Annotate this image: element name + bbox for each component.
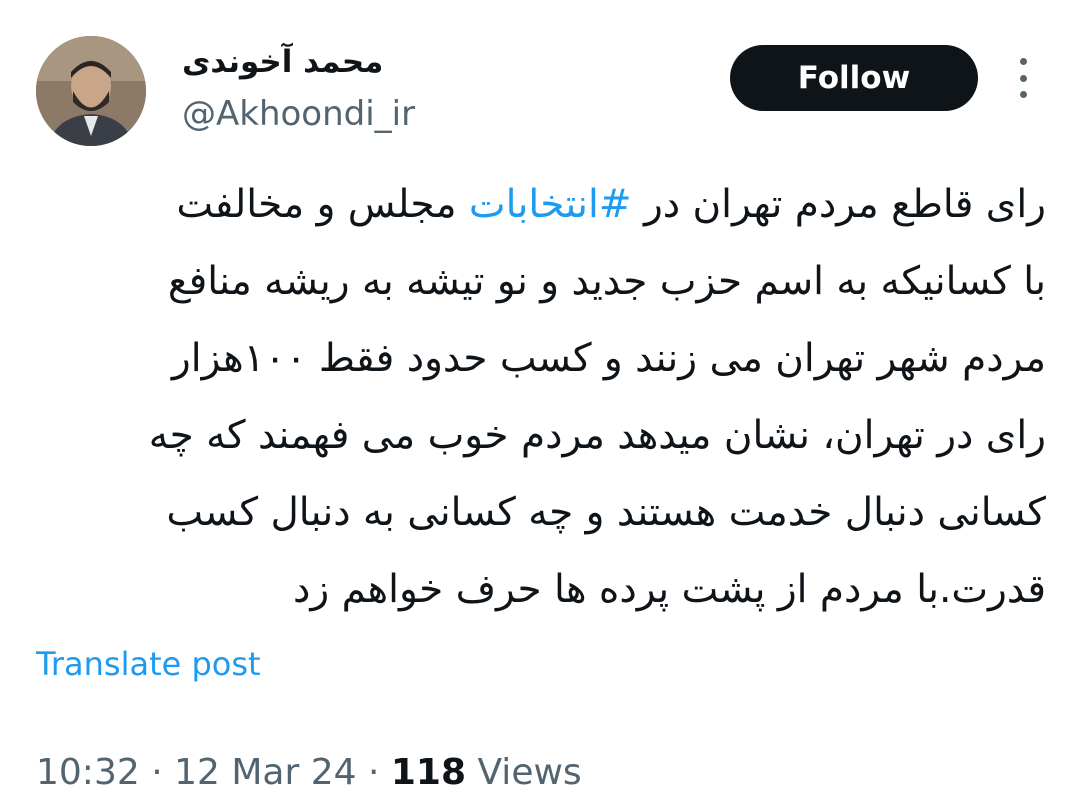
post-date[interactable]: 12 Mar 24 — [174, 752, 356, 793]
views-label: Views — [466, 752, 582, 793]
views-count[interactable]: 118 — [391, 752, 466, 793]
tweet-meta: 10:32 · 12 Mar 24 · 118 Views — [36, 752, 582, 793]
tweet-line: رای قاطع مردم تهران در #انتخابات مجلس و … — [36, 166, 1046, 243]
author-display-name[interactable]: محمد آخوندی — [182, 44, 383, 80]
translate-post-link[interactable]: Translate post — [36, 645, 261, 683]
more-dot — [1019, 58, 1027, 65]
meta-separator: · — [356, 752, 391, 793]
tweet-body: رای قاطع مردم تهران در #انتخابات مجلس و … — [36, 166, 1046, 628]
tweet-text-segment: رای قاطع مردم تهران در — [631, 182, 1046, 227]
more-vertical-icon[interactable] — [1008, 58, 1038, 98]
hashtag-link[interactable]: #انتخابات — [469, 182, 632, 227]
tweet-line: با کسانیکه به اسم حزب جدید و نو تیشه به … — [167, 259, 1046, 304]
profile-photo — [36, 36, 146, 146]
tweet-line: مردم شهر تهران می زنند و کسب حدود فقط ۱۰… — [171, 336, 1046, 381]
tweet-line: قدرت.با مردم از پشت پرده ها حرف خواهم زد — [293, 567, 1046, 612]
follow-button[interactable]: Follow — [730, 45, 978, 111]
tweet-line: رای در تهران، نشان میدهد مردم خوب می فهم… — [148, 413, 1046, 458]
more-dot — [1019, 91, 1027, 98]
meta-separator: · — [139, 752, 175, 793]
author-handle[interactable]: @Akhoondi_ir — [182, 94, 415, 134]
more-dot — [1019, 74, 1027, 82]
author-avatar[interactable] — [36, 36, 146, 146]
tweet-line: کسانی دنبال خدمت هستند و چه کسانی به دنب… — [166, 490, 1046, 535]
post-time[interactable]: 10:32 — [36, 752, 140, 793]
tweet-text-segment: مجلس و مخالفت — [176, 182, 469, 227]
